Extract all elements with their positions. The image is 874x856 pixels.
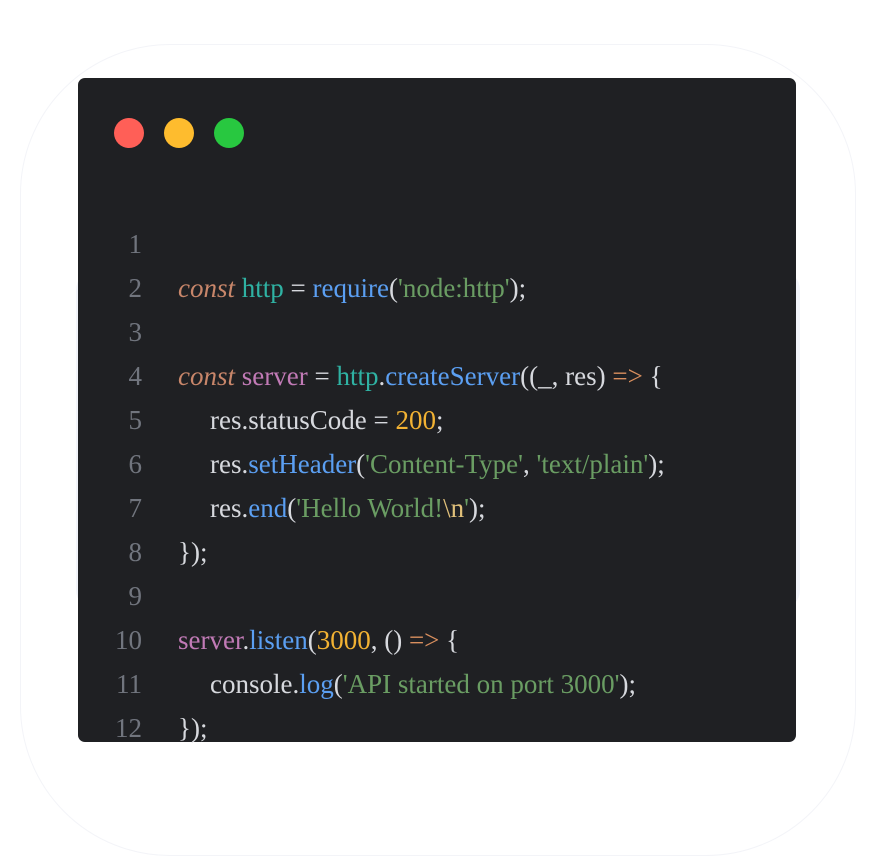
- code-line: 12: [78, 662, 796, 743]
- code-line: 6 res.end('Hello World!\n');: [78, 398, 796, 523]
- code-window: 1 const http = require('node:http'); 2 3…: [78, 78, 796, 743]
- code-line: 8: [78, 486, 796, 567]
- code-line: 11 });: [78, 618, 796, 743]
- minimize-dot-icon[interactable]: [164, 118, 194, 148]
- code-line: 7 });: [78, 442, 796, 567]
- code-line: 1 const http = require('node:http');: [78, 178, 796, 303]
- code-line: 9 server.listen(3000, () => {: [78, 530, 796, 655]
- token: });: [178, 713, 208, 743]
- code-line: 5 res.setHeader('Content-Type', 'text/pl…: [78, 354, 796, 479]
- close-dot-icon[interactable]: [114, 118, 144, 148]
- code-line: 10 console.log('API started on port 3000…: [78, 574, 796, 699]
- code-line: 2: [78, 222, 796, 303]
- code-line: 3 const server = http.createServer((_, r…: [78, 266, 796, 391]
- maximize-dot-icon[interactable]: [214, 118, 244, 148]
- code-line: 4 res.statusCode = 200;: [78, 310, 796, 435]
- line-number: 12: [115, 713, 142, 743]
- code-block: 1 const http = require('node:http'); 2 3…: [78, 178, 796, 743]
- window-controls: [114, 118, 244, 148]
- code-text: });: [178, 706, 207, 750]
